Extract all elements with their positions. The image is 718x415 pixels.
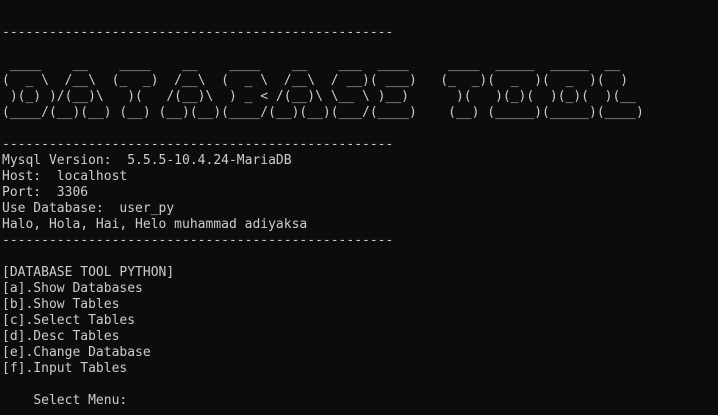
divider-line: ----------------------------------------… [2,137,394,152]
mysql-version-text: Mysql Version: 5.5.5-10.4.24-MariaDB [2,153,292,168]
text-cursor[interactable] [135,394,136,408]
menu-item-desc-tables: [d].Desc Tables [2,329,120,344]
ascii-banner-line: ( _ \ /__\ (_ _) /__\ ( _ \ /__\ / __)( … [2,73,644,88]
ascii-banner-line: ____ __ ____ __ ____ __ ___ ____ ____ __… [2,57,644,72]
database-text: Use Database: user_py [2,201,175,216]
divider-line: ----------------------------------------… [2,25,394,40]
divider-line: ----------------------------------------… [2,233,394,248]
menu-input-row[interactable]: Select Menu: [2,377,718,408]
menu-item-show-databases: [a].Show Databases [2,281,143,296]
ascii-banner-line: (____/(__)(__) (__) (__)(__)(____/(__)(_… [2,105,644,120]
menu: [DATABASE TOOL PYTHON] [a].Show Database… [2,265,718,377]
greeting-text: Halo, Hola, Hai, Helo muhammad adiyaksa [2,217,308,232]
menu-title: [DATABASE TOOL PYTHON] [2,265,175,280]
menu-item-select-tables: [c].Select Tables [2,313,136,328]
menu-item-input-tables: [f].Input Tables [2,361,128,376]
ascii-banner-line: )(_) )/(__)\ )( /(__)\ ) _ < /(__)\ \__ … [2,89,644,104]
menu-item-show-tables: [b].Show Tables [2,297,120,312]
connection-info: Mysql Version: 5.5.5-10.4.24-MariaDB Hos… [2,153,718,233]
port-text: Port: 3306 [2,185,89,200]
console-window[interactable]: ----------------------------------------… [0,0,718,415]
select-menu-prompt: Select Menu: [33,393,136,408]
host-text: Host: localhost [2,169,128,184]
ascii-banner: ____ __ ____ __ ____ __ ___ ____ ____ __… [2,57,718,121]
menu-item-change-database: [e].Change Database [2,345,151,360]
